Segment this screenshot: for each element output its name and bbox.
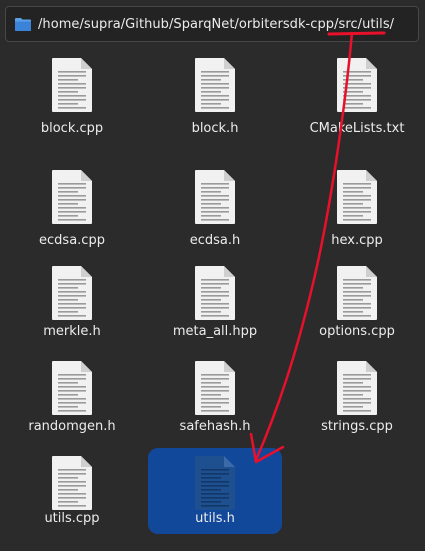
file-name: randomgen.h [28, 419, 116, 434]
file-item[interactable]: block.h [148, 50, 282, 136]
text-file-icon [50, 455, 94, 511]
text-file-icon [335, 265, 379, 321]
file-name: block.cpp [40, 121, 104, 136]
file-item[interactable]: safehash.h [148, 353, 282, 439]
file-name: safehash.h [179, 419, 251, 434]
text-file-icon [50, 265, 94, 321]
file-name: block.h [191, 121, 239, 136]
text-file-icon [193, 455, 237, 511]
file-name: strings.cpp [321, 419, 393, 434]
file-item[interactable]: CMakeLists.txt [290, 50, 424, 136]
file-item[interactable]: meta_all.hpp [148, 258, 282, 344]
file-item[interactable]: ecdsa.h [148, 162, 282, 248]
file-item[interactable]: utils.cpp [5, 448, 139, 534]
text-file-icon [50, 169, 94, 225]
file-item[interactable]: utils.h [148, 448, 282, 534]
file-name: meta_all.hpp [172, 324, 258, 339]
file-item[interactable]: hex.cpp [290, 162, 424, 248]
text-file-icon [193, 57, 237, 113]
location-path[interactable]: /home/supra/Github/SparqNet/orbitersdk-c… [38, 17, 394, 32]
file-name: options.cpp [319, 324, 395, 339]
text-file-icon [50, 360, 94, 416]
text-file-icon [193, 169, 237, 225]
file-item[interactable]: ecdsa.cpp [5, 162, 139, 248]
file-name: ecdsa.h [189, 233, 241, 248]
file-item[interactable]: strings.cpp [290, 353, 424, 439]
text-file-icon [50, 57, 94, 113]
text-file-icon [193, 265, 237, 321]
file-name: utils.cpp [44, 511, 100, 526]
text-file-icon [335, 360, 379, 416]
folder-icon [14, 16, 32, 32]
file-item[interactable]: block.cpp [5, 50, 139, 136]
file-name: utils.h [195, 511, 235, 526]
file-item[interactable]: options.cpp [290, 258, 424, 344]
text-file-icon [335, 169, 379, 225]
text-file-icon [193, 360, 237, 416]
file-name: merkle.h [43, 324, 101, 339]
text-file-icon [335, 57, 379, 113]
file-name: ecdsa.cpp [39, 233, 105, 248]
file-item[interactable]: merkle.h [5, 258, 139, 344]
file-name: hex.cpp [331, 233, 383, 248]
file-item[interactable]: randomgen.h [5, 353, 139, 439]
location-bar[interactable]: /home/supra/Github/SparqNet/orbitersdk-c… [5, 6, 419, 42]
file-name: CMakeLists.txt [309, 121, 405, 136]
